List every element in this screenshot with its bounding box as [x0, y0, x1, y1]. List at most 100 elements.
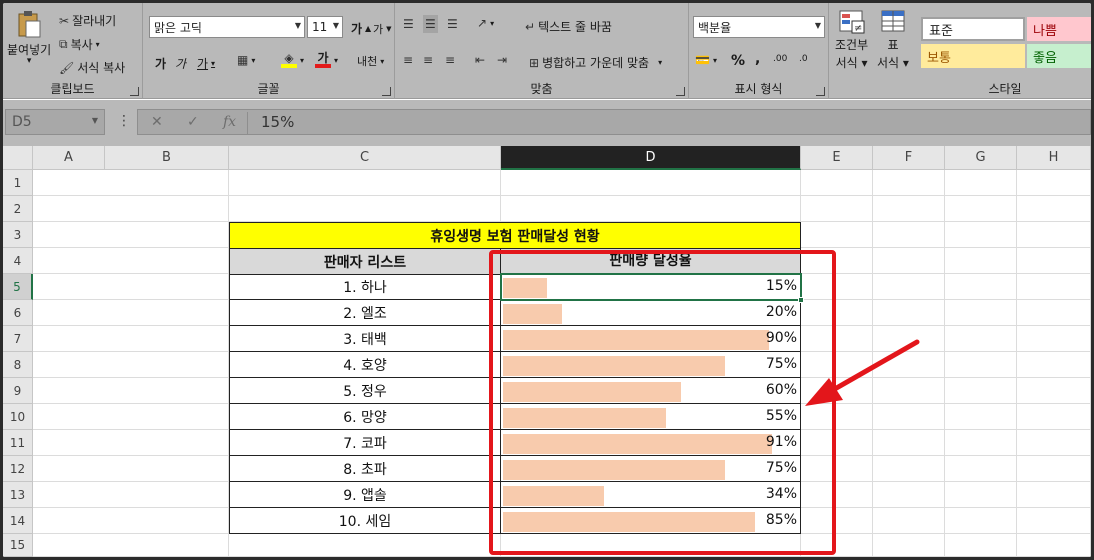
enter-icon[interactable]: ✓ — [187, 114, 199, 130]
seller-name-cell[interactable]: 1. 하나 — [229, 274, 501, 300]
name-box[interactable]: D5 ▼ — [5, 109, 105, 135]
increase-indent-button[interactable]: ⇥ — [497, 53, 507, 67]
border-icon: ▦ — [237, 53, 249, 67]
italic-label: 가 — [175, 57, 187, 71]
style-normal[interactable]: 표준 — [921, 17, 1025, 41]
seller-name-cell[interactable]: 10. 세임 — [229, 508, 501, 534]
shrink-font-button[interactable]: 가 ▼ — [373, 21, 392, 37]
font-name-select[interactable]: 맑은 고딕 ▼ — [149, 16, 305, 38]
seller-name-cell[interactable]: 8. 초파 — [229, 456, 501, 482]
select-all-corner[interactable] — [3, 146, 33, 170]
formula-value[interactable]: 15% — [261, 113, 294, 131]
money-icon: 💳 — [695, 53, 710, 67]
row-header-6[interactable]: 6 — [3, 300, 33, 326]
border-button[interactable]: ▦ ▾ — [237, 53, 255, 67]
row-header-14[interactable]: 14 — [3, 508, 33, 534]
font-dialog-launcher-icon[interactable] — [382, 87, 391, 96]
align-center-button[interactable]: ≡ — [423, 53, 433, 67]
column-header-c[interactable]: C — [229, 146, 501, 170]
annotation-arrow — [805, 339, 920, 406]
seller-name-cell[interactable]: 3. 태백 — [229, 326, 501, 352]
align-middle-icon: ☰ — [425, 17, 436, 31]
align-center-icon: ≡ — [423, 53, 434, 67]
font-color-button[interactable]: 가 ▾ — [315, 52, 338, 68]
italic-button[interactable]: 가 — [175, 55, 186, 72]
row-header-7[interactable]: 7 — [3, 326, 33, 352]
more-options-icon[interactable]: ⋮ — [117, 113, 131, 129]
row-header-1[interactable]: 1 — [3, 170, 33, 196]
copy-label: 복사 — [70, 38, 93, 52]
row-header-5[interactable]: 5 — [3, 274, 33, 300]
paste-button[interactable]: 붙여넣기 ▾ — [7, 9, 51, 66]
style-bad[interactable]: 나쁨 — [1027, 17, 1091, 41]
seller-name-cell[interactable]: 6. 망양 — [229, 404, 501, 430]
column-header-d[interactable]: D — [501, 146, 801, 170]
increase-decimal-icon: .00 — [773, 54, 788, 64]
conditional-format-button[interactable]: ≠ 조건부 서식 ▾ — [835, 9, 868, 71]
align-middle-button[interactable]: ☰ — [423, 15, 438, 33]
wrap-text-button[interactable]: ↵ 텍스트 줄 바꿈 — [525, 18, 612, 35]
chevron-down-icon: ▾ — [712, 55, 717, 65]
number-format-select[interactable]: 백분율 ▼ — [693, 16, 825, 38]
number-dialog-launcher-icon[interactable] — [816, 87, 825, 96]
row-header-9[interactable]: 9 — [3, 378, 33, 404]
phonetic-button[interactable]: 내천 ▾ — [357, 53, 384, 69]
copy-button[interactable]: ⧉ 복사 ▾ — [59, 36, 100, 53]
orientation-button[interactable]: ↗ ▾ — [477, 16, 494, 30]
row-header-11[interactable]: 11 — [3, 430, 33, 456]
bold-button[interactable]: 가 — [155, 55, 166, 72]
percent-button[interactable]: % — [731, 53, 745, 69]
insert-function-icon[interactable]: fx — [223, 114, 236, 130]
cancel-icon[interactable]: ✕ — [151, 114, 163, 130]
decrease-indent-button[interactable]: ⇤ — [475, 53, 485, 67]
style-neutral[interactable]: 보통 — [921, 44, 1025, 68]
align-left-button[interactable]: ≡ — [403, 53, 413, 67]
increase-decimal-button[interactable]: .00 — [773, 54, 787, 64]
column-header-g[interactable]: G — [945, 146, 1017, 170]
alignment-dialog-launcher-icon[interactable] — [676, 87, 685, 96]
clipboard-group-label: 클립보드 — [50, 82, 95, 96]
align-bottom-button[interactable]: ☰ — [447, 17, 458, 31]
underline-button[interactable]: 가 ▾ — [197, 55, 215, 72]
chevron-down-icon: ▼ — [814, 21, 821, 30]
decrease-decimal-button[interactable]: .0 — [799, 54, 808, 64]
seller-name-cell[interactable]: 7. 코파 — [229, 430, 501, 456]
grow-font-label: 가 — [351, 22, 363, 36]
column-header-f[interactable]: F — [873, 146, 945, 170]
row-header-15[interactable]: 15 — [3, 534, 33, 557]
font-size-select[interactable]: 11 ▼ — [307, 16, 343, 38]
seller-name-cell[interactable]: 5. 정우 — [229, 378, 501, 404]
row-header-13[interactable]: 13 — [3, 482, 33, 508]
align-left-icon: ≡ — [403, 53, 414, 67]
seller-name-cell[interactable]: 2. 엘조 — [229, 300, 501, 326]
row-header-4[interactable]: 4 — [3, 248, 33, 274]
style-good[interactable]: 좋음 — [1027, 44, 1091, 68]
comma-button[interactable]: , — [755, 51, 760, 67]
column-header-h[interactable]: H — [1017, 146, 1091, 170]
grow-font-button[interactable]: 가 ▲ — [351, 20, 371, 37]
row-header-10[interactable]: 10 — [3, 404, 33, 430]
row-header-2[interactable]: 2 — [3, 196, 33, 222]
row-header-8[interactable]: 8 — [3, 352, 33, 378]
seller-name-cell[interactable]: 4. 호양 — [229, 352, 501, 378]
grid-line — [1090, 170, 1091, 557]
fill-color-button[interactable]: ◈ ▾ — [281, 52, 304, 68]
orientation-icon: ↗ — [477, 16, 488, 30]
chevron-down-icon: ▾ — [95, 40, 100, 49]
clipboard-dialog-launcher-icon[interactable] — [130, 87, 139, 96]
align-right-button[interactable]: ≡ — [445, 53, 455, 67]
format-painter-button[interactable]: 🖌 서식 복사 — [59, 59, 125, 76]
cut-button[interactable]: ✂ 잘라내기 — [59, 12, 116, 29]
row-header-12[interactable]: 12 — [3, 456, 33, 482]
column-header-e[interactable]: E — [801, 146, 873, 170]
column-header-b[interactable]: B — [105, 146, 229, 170]
row-header-3[interactable]: 3 — [3, 222, 33, 248]
merge-center-button[interactable]: ⊞ 병합하고 가운데 맞춤 ▾ — [529, 54, 662, 71]
seller-name-cell[interactable]: 9. 앱솔 — [229, 482, 501, 508]
chevron-down-icon: ▾ — [251, 55, 256, 65]
format-as-table-button[interactable]: 표 서식 ▾ — [877, 9, 909, 71]
align-top-button[interactable]: ☰ — [403, 17, 414, 31]
accounting-format-button[interactable]: 💳 ▾ — [695, 53, 717, 67]
column-header-a[interactable]: A — [33, 146, 105, 170]
bold-label: 가 — [155, 57, 167, 71]
